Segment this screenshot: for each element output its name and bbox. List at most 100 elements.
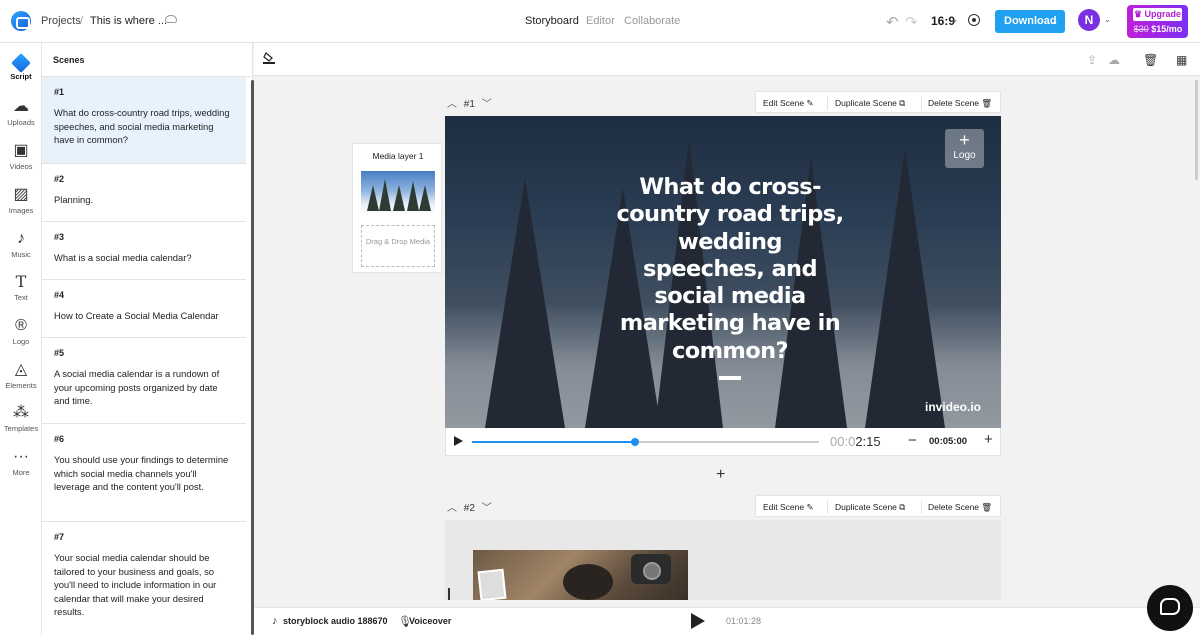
play-icon[interactable] [454, 436, 463, 446]
scene-list-item[interactable]: #3 What is a social media calendar? [42, 222, 246, 280]
play-all-icon[interactable] [691, 613, 705, 629]
audio-track-name[interactable]: storyblock audio 188670 [283, 616, 388, 626]
add-scene-button[interactable]: + [716, 466, 725, 484]
scene-number: #5 [54, 348, 65, 358]
scene-list-item[interactable]: #7 Your social media calendar should be … [42, 522, 246, 635]
scene-text[interactable]: Planning. [54, 193, 234, 207]
progress-fill [472, 441, 636, 443]
top-bar: Projects / This is where ... Storyboard … [0, 0, 1200, 43]
music-note-icon: ♪ [272, 615, 278, 627]
scene-2-number: #2 [463, 503, 475, 514]
invideo-logo-icon[interactable] [11, 11, 31, 31]
sidebar-item-music[interactable]: ♪ Music [0, 230, 42, 259]
sidebar-item-more[interactable]: ··· More [0, 448, 42, 477]
sidebar-item-label: Uploads [7, 118, 35, 127]
camera-icon [631, 554, 671, 584]
sidebar-item-videos[interactable]: ▣ Videos [0, 142, 42, 171]
drag-drop-media-zone[interactable]: Drag & Drop Media [361, 225, 435, 267]
voiceover-button[interactable]: Voiceover [409, 616, 451, 626]
sidebar-item-templates[interactable]: ⁂ Templates [0, 404, 42, 433]
copy-icon: ⧉ [899, 98, 906, 108]
chevron-down-icon: ⌄ [1051, 17, 1058, 26]
redo-icon[interactable]: ↷ [905, 13, 918, 31]
progress-track[interactable] [472, 438, 819, 446]
download-button[interactable]: Download ⌄ [995, 10, 1065, 33]
delete-scene-button[interactable]: Delete Scene 🗑 [928, 496, 992, 518]
trash-icon: 🗑 [981, 502, 993, 512]
scene-list-item[interactable]: #6 You should use your findings to deter… [42, 424, 246, 522]
trash-icon: 🗑 [981, 98, 993, 108]
sidebar-item-elements[interactable]: ◬ Elements [0, 361, 42, 390]
music-icon: ♪ [17, 230, 25, 247]
scene-number: #2 [54, 174, 65, 184]
decrease-duration-button[interactable]: − [908, 432, 917, 449]
chat-support-button[interactable] [1147, 585, 1193, 631]
scene-list-item[interactable]: #2 Planning. [42, 164, 246, 222]
total-time: 01:01:28 [726, 616, 762, 626]
scene-number: #3 [54, 232, 65, 242]
chevron-down-icon[interactable]: ﹀ [482, 99, 492, 110]
project-title[interactable]: This is where ... [90, 15, 167, 27]
elements-icon: ◬ [14, 361, 28, 378]
scene-text[interactable]: What do cross-country road trips, weddin… [54, 106, 234, 147]
tab-collaborate[interactable]: Collaborate [624, 15, 680, 27]
cloud-upload-icon[interactable]: ☁ [1108, 53, 1120, 67]
upgrade-button[interactable]: ♛ Upgrade $30 $15/mo [1127, 5, 1188, 38]
more-icon: ··· [13, 448, 29, 465]
edit-scene-button[interactable]: Edit Scene ✎ [763, 92, 814, 114]
pencil-icon: ✎ [806, 502, 814, 512]
upload-icon[interactable]: ⇪ [1087, 53, 1097, 67]
grid-view-icon[interactable]: ▦ [1176, 53, 1187, 67]
trash-icon[interactable]: 🗑 [1143, 53, 1158, 67]
scene-text[interactable]: How to Create a Social Media Calendar [54, 309, 234, 323]
tab-storyboard[interactable]: Storyboard [525, 15, 579, 27]
settings-icon[interactable] [968, 14, 980, 26]
breadcrumb-projects[interactable]: Projects [41, 15, 81, 27]
avatar[interactable]: N [1078, 9, 1100, 31]
watermark: invideo.io [924, 400, 981, 414]
download-label: Download [1004, 15, 1057, 27]
scene-number: #7 [54, 532, 65, 542]
undo-icon[interactable]: ↶ [886, 13, 899, 31]
sidebar-item-uploads[interactable]: ☁ Uploads [0, 98, 42, 127]
chevron-up-icon[interactable]: ︿ [447, 503, 457, 514]
logo-placeholder[interactable]: + Logo [945, 129, 984, 168]
sidebar-item-label: Videos [9, 162, 33, 171]
scene-2-image [473, 550, 688, 600]
scene-text[interactable]: What is a social media calendar? [54, 251, 234, 265]
scene-list-item[interactable]: #1 What do cross-country road trips, wed… [42, 77, 246, 164]
sidebar-item-script[interactable]: Script [0, 53, 42, 81]
progress-handle[interactable] [631, 438, 640, 446]
delete-scene-button[interactable]: Delete Scene 🗑 [928, 92, 992, 114]
scene-list-item[interactable]: #5 A social media calendar is a rundown … [42, 338, 246, 424]
scene-duration: 00:05:00 [929, 436, 968, 447]
scene-headline[interactable]: What do cross-country road trips, weddin… [615, 174, 845, 365]
edit-scene-button[interactable]: Edit Scene ✎ [763, 496, 814, 518]
duplicate-scene-button[interactable]: Duplicate Scene ⧉ [835, 496, 905, 518]
timeline-marker [448, 588, 450, 600]
scene-text[interactable]: A social media calendar is a rundown of … [54, 367, 234, 408]
scene-text[interactable]: You should use your findings to determin… [54, 453, 234, 494]
scenes-scrollbar[interactable] [251, 80, 254, 635]
scene-1-preview[interactable]: What do cross-country road trips, weddin… [445, 116, 1001, 428]
tab-editor[interactable]: Editor [586, 15, 615, 27]
scene-text[interactable]: Your social media calendar should be tai… [54, 551, 234, 619]
canvas-scrollbar[interactable] [1195, 80, 1198, 180]
sidebar-item-label: Templates [3, 424, 39, 433]
duplicate-scene-button[interactable]: Duplicate Scene ⧉ [835, 92, 905, 114]
media-thumbnail[interactable] [361, 171, 435, 215]
sidebar-item-label: Text [14, 293, 28, 302]
chevron-down-icon[interactable]: ⌄ [1104, 15, 1111, 24]
sidebar-item-images[interactable]: ▨ Images [0, 186, 42, 215]
sidebar-item-logo[interactable]: ® Logo [0, 317, 42, 346]
increase-duration-button[interactable]: + [984, 431, 993, 448]
scene-2-preview[interactable] [445, 520, 1001, 600]
sidebar-item-label: Music [11, 250, 31, 259]
chevron-down-icon[interactable]: ﹀ [482, 503, 492, 514]
sidebar-item-label: More [12, 468, 30, 477]
scene-list-item[interactable]: #4 How to Create a Social Media Calendar [42, 280, 246, 338]
canvas-toolbar [254, 43, 1200, 76]
fill-color-icon[interactable] [263, 52, 275, 64]
chevron-up-icon[interactable]: ︿ [447, 99, 457, 110]
sidebar-item-text[interactable]: T Text [0, 273, 42, 303]
